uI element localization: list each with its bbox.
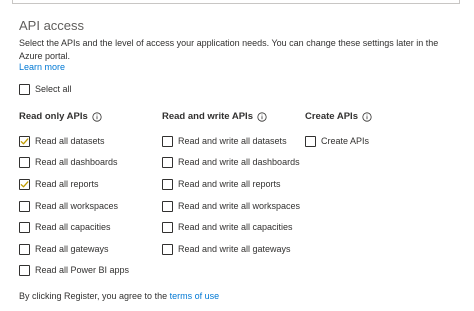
checkbox-read-all-power-bi-apps[interactable]	[19, 264, 30, 276]
checkbox-row-read-write-all-capacities[interactable]: Read and write all capacities	[162, 220, 293, 234]
checkbox-read-write-all-reports[interactable]	[162, 178, 173, 190]
checkbox-label: Create APIs	[321, 136, 370, 146]
checkbox-row-read-write-all-workspaces[interactable]: Read and write all workspaces	[162, 199, 300, 213]
checkbox-label: Read all dashboards	[35, 157, 118, 167]
checkbox-read-all-reports[interactable]	[19, 178, 30, 190]
info-icon[interactable]	[362, 111, 372, 122]
checkbox-row-read-write-all-dashboards[interactable]: Read and write all dashboards	[162, 155, 300, 169]
checkbox-read-write-all-datasets[interactable]	[162, 135, 173, 147]
checkbox-label: Read all gateways	[35, 244, 109, 254]
checkbox-read-write-all-dashboards[interactable]	[162, 156, 173, 168]
checkbox-label: Read all Power BI apps	[35, 265, 130, 275]
checkbox-label: Read and write all capacities	[178, 222, 293, 232]
checkbox-label: Read and write all workspaces	[178, 201, 301, 211]
checkbox-row-read-all-gateways[interactable]: Read all gateways	[19, 242, 109, 256]
checkbox-label: Read and write all gateways	[178, 244, 291, 254]
checkbox-row-read-write-all-gateways[interactable]: Read and write all gateways	[162, 242, 291, 256]
checkbox-create-apis[interactable]	[305, 135, 316, 147]
checkbox-label: Read all reports	[35, 179, 99, 189]
checkbox-label: Read and write all reports	[178, 179, 281, 189]
section-title: API access	[19, 18, 85, 33]
checkmark-icon	[20, 137, 29, 144]
terms-of-use-link[interactable]: terms of use	[170, 291, 220, 301]
checkmark-icon	[20, 180, 29, 187]
read-write-apis-header: Read and write APIs	[162, 111, 267, 122]
checkbox-read-all-gateways[interactable]	[19, 243, 30, 255]
checkbox-read-all-dashboards[interactable]	[19, 156, 30, 168]
learn-more-link[interactable]: Learn more	[19, 62, 65, 72]
checkbox-read-write-all-gateways[interactable]	[162, 243, 173, 255]
read-write-apis-header-label: Read and write APIs	[162, 111, 253, 122]
checkbox-row-read-all-workspaces[interactable]: Read all workspaces	[19, 199, 118, 213]
checkbox-row-read-all-datasets[interactable]: Read all datasets	[19, 134, 105, 148]
checkbox-row-read-all-power-bi-apps[interactable]: Read all Power BI apps	[19, 263, 129, 277]
checkbox-read-write-all-capacities[interactable]	[162, 221, 173, 233]
checkbox-read-all-workspaces[interactable]	[19, 200, 30, 212]
checkbox-row-read-all-capacities[interactable]: Read all capacities	[19, 220, 111, 234]
checkbox-row-create-apis[interactable]: Create APIs	[305, 134, 369, 148]
terms-footer: By clicking Register, you agree to the t…	[19, 291, 219, 301]
create-apis-header: Create APIs	[305, 111, 372, 122]
api-access-page: API access Select the APIs and the level…	[0, 0, 474, 311]
select-all-checkbox-row[interactable]: Select all	[19, 82, 72, 96]
read-only-apis-header-label: Read only APIs	[19, 111, 88, 122]
read-only-apis-header: Read only APIs	[19, 111, 102, 122]
select-all-checkbox[interactable]	[19, 83, 30, 95]
terms-footer-text: By clicking Register, you agree to the	[19, 291, 170, 301]
checkbox-row-read-all-dashboards[interactable]: Read all dashboards	[19, 155, 118, 169]
checkbox-label: Read and write all dashboards	[178, 157, 300, 167]
checkbox-read-all-datasets[interactable]	[19, 135, 30, 147]
previous-field-bottom-edge	[12, 0, 460, 4]
checkbox-label: Read all datasets	[35, 136, 105, 146]
section-description: Select the APIs and the level of access …	[19, 38, 439, 61]
checkbox-label: Read and write all datasets	[178, 136, 287, 146]
checkbox-row-read-all-reports[interactable]: Read all reports	[19, 177, 99, 191]
checkbox-label: Read all workspaces	[35, 201, 119, 211]
info-icon[interactable]	[92, 111, 102, 122]
checkbox-row-read-write-all-reports[interactable]: Read and write all reports	[162, 177, 281, 191]
checkbox-read-write-all-workspaces[interactable]	[162, 200, 173, 212]
create-apis-header-label: Create APIs	[305, 111, 358, 122]
checkbox-read-all-capacities[interactable]	[19, 221, 30, 233]
checkbox-label: Read all capacities	[35, 222, 111, 232]
checkbox-row-read-write-all-datasets[interactable]: Read and write all datasets	[162, 134, 287, 148]
info-icon[interactable]	[257, 111, 267, 122]
select-all-label: Select all	[35, 84, 72, 94]
